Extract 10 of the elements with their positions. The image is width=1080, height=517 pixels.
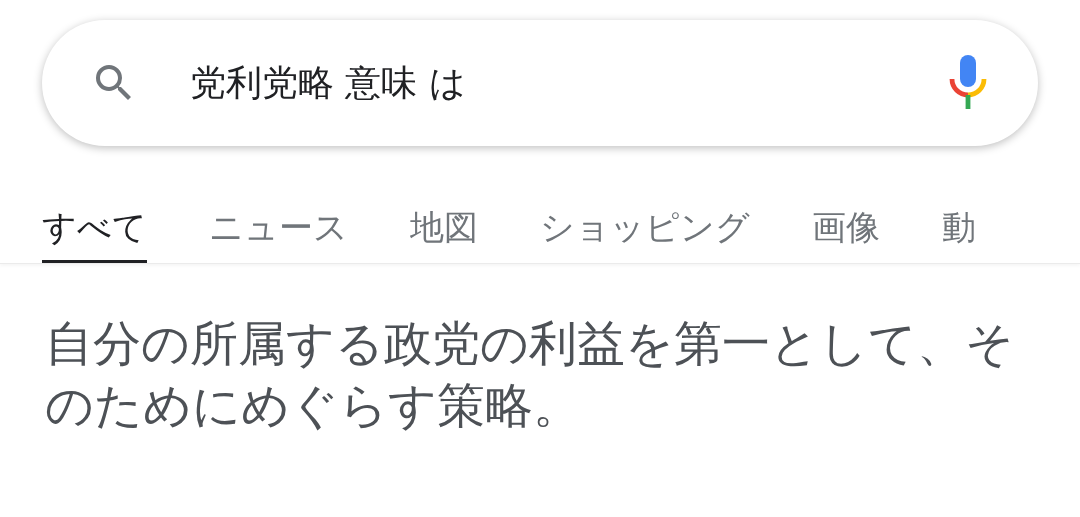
- tab[interactable]: 動: [942, 198, 976, 263]
- tab[interactable]: ニュース: [209, 198, 348, 263]
- tab[interactable]: ショッピング: [540, 198, 750, 263]
- tab[interactable]: すべて: [42, 198, 147, 263]
- search-input[interactable]: 党利党略 意味 は: [190, 56, 948, 110]
- answer-text: 自分の所属する政党の利益を第一として、そのためにめぐらす策略。: [45, 314, 1015, 435]
- tab[interactable]: 地図: [410, 198, 478, 263]
- tab[interactable]: 画像: [812, 198, 880, 263]
- microphone-icon[interactable]: [948, 55, 988, 111]
- search-field[interactable]: 党利党略 意味 は: [42, 20, 1038, 146]
